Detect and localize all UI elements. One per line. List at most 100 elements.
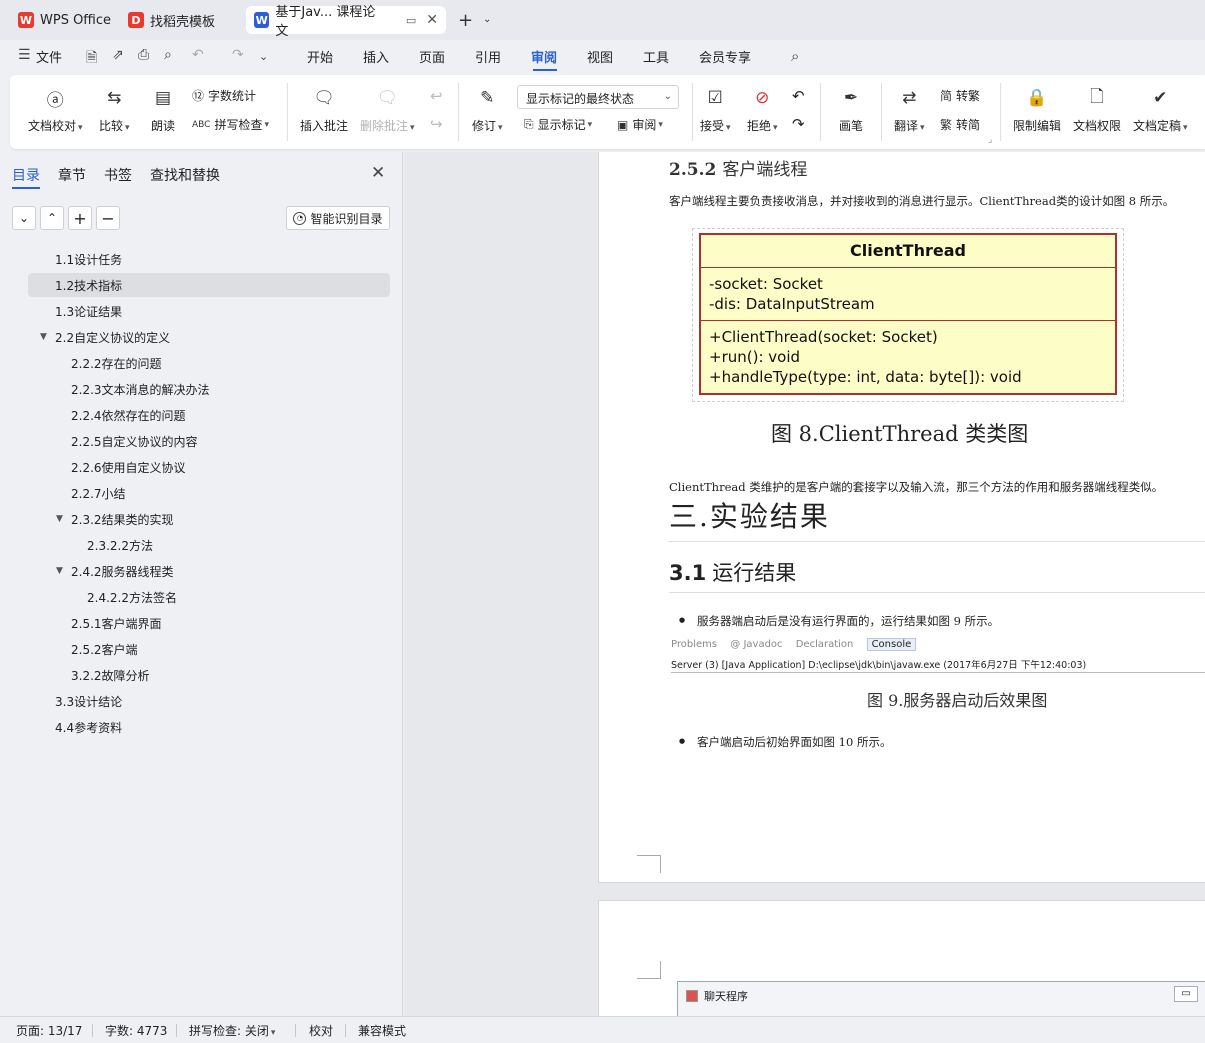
accept-button[interactable]: ☑ 接受 ▾: [700, 85, 731, 134]
expand-arrow-icon[interactable]: ▼: [40, 332, 47, 342]
menu-home[interactable]: 开始: [307, 47, 333, 66]
toc-item[interactable]: ▼ 2.2自定义协议的定义: [28, 325, 390, 349]
expand-dialog-icon[interactable]: ⌟: [988, 135, 992, 145]
toc-item[interactable]: 2.5.1客户端界面: [28, 611, 390, 635]
print-icon[interactable]: ⎙: [138, 47, 149, 63]
tab-float-icon[interactable]: ▭: [406, 14, 416, 27]
toc-item[interactable]: 2.2.4依然存在的问题: [28, 403, 390, 427]
reject-button[interactable]: ⊘ 拒绝 ▾: [747, 85, 778, 134]
expand-all-button[interactable]: ⌄: [12, 206, 36, 230]
markup-state-value: 显示标记的最终状态: [526, 92, 635, 106]
ribbon-separator: [458, 83, 459, 141]
bullet-text: 服务器端启动后是没有运行界面的，运行结果如图 9 所示。: [697, 614, 1000, 628]
toc-item[interactable]: 2.2.7小结: [28, 481, 390, 505]
console-tab: Console: [866, 638, 917, 651]
toc-item[interactable]: 2.4.2.2方法签名: [28, 585, 390, 609]
traditional-icon: 简: [940, 89, 953, 103]
word-count-button[interactable]: ⑫ 字数统计: [192, 87, 256, 104]
next-change-icon[interactable]: ↷: [792, 115, 805, 133]
new-tab-icon[interactable]: +: [458, 10, 473, 31]
expand-arrow-icon[interactable]: ▼: [56, 566, 63, 576]
menu-insert[interactable]: 插入: [363, 47, 389, 66]
tab-toc[interactable]: 目录: [12, 165, 40, 185]
next-comment-icon[interactable]: ↪: [430, 115, 443, 133]
toc-item[interactable]: ▼ 2.4.2服务器线程类: [28, 559, 390, 583]
toc-item[interactable]: 2.2.6使用自定义协议: [28, 455, 390, 479]
toc-item[interactable]: 3.3设计结论: [28, 689, 390, 713]
chevron-down-icon[interactable]: ⌄: [483, 14, 491, 25]
save-icon[interactable]: 🗎: [86, 47, 97, 71]
menu-review[interactable]: 审阅: [531, 47, 557, 66]
show-markup-button[interactable]: ⎘ 显示标记 ▾: [524, 116, 592, 133]
proofread-button[interactable]: ⓐ 文档校对 ▾: [28, 85, 83, 134]
menu-member[interactable]: 会员专享: [699, 47, 751, 66]
pen-button[interactable]: ✒ 画笔: [838, 85, 864, 134]
wps-logo-icon: W: [18, 12, 34, 28]
markup-state-select[interactable]: 显示标记的最终状态 ⌄: [517, 85, 679, 109]
toc-item[interactable]: 1.2技术指标: [28, 273, 390, 297]
tab-chapters[interactable]: 章节: [58, 165, 86, 185]
delete-comment-button[interactable]: 🗨 删除批注 ▾: [360, 85, 415, 134]
toc-item[interactable]: 2.2.3文本消息的解决办法: [28, 377, 390, 401]
toc-item[interactable]: 1.3论证结果: [28, 299, 390, 323]
tab-find-replace[interactable]: 查找和替换: [150, 165, 220, 185]
previous-comment-icon[interactable]: ↩: [430, 87, 443, 105]
revise-icon: ✎: [480, 88, 495, 108]
document-page[interactable]: 聊天程序 ▭: [598, 900, 1205, 1016]
to-simplified-label: 转简: [956, 118, 981, 132]
toc-item[interactable]: 2.2.5自定义协议的内容: [28, 429, 390, 453]
print-preview-icon[interactable]: ⌕: [164, 47, 172, 63]
proof-indicator[interactable]: 校对: [309, 1022, 333, 1039]
share-icon[interactable]: ⇗: [112, 47, 124, 63]
review-pane-button[interactable]: ▣ 审阅 ▾: [617, 116, 663, 133]
restrict-edit-button[interactable]: 🔒 限制编辑: [1013, 85, 1061, 134]
document-canvas[interactable]: 2.5.2 客户端线程 客户端线程主要负责接收消息，并对接收到的消息进行显示。Cl…: [404, 152, 1205, 1016]
promote-heading-button[interactable]: +: [68, 206, 92, 230]
toc-item[interactable]: 2.5.2客户端: [28, 637, 390, 661]
tab-bookmarks[interactable]: 书签: [104, 165, 132, 185]
close-icon[interactable]: ✕: [371, 163, 385, 183]
toc-item[interactable]: ▼ 2.3.2结果类的实现: [28, 507, 390, 531]
hamburger-icon[interactable]: ☰: [18, 47, 31, 63]
document-page[interactable]: 2.5.2 客户端线程 客户端线程主要负责接收消息，并对接收到的消息进行显示。Cl…: [598, 152, 1205, 883]
doc-finalize-button[interactable]: ✔ 文档定稿 ▾: [1133, 85, 1188, 134]
demote-heading-button[interactable]: −: [96, 206, 120, 230]
chevron-down-icon[interactable]: ⌄: [259, 50, 268, 63]
previous-change-icon[interactable]: ↶: [792, 87, 805, 105]
menu-file[interactable]: 文件: [36, 47, 62, 66]
doc-rights-button[interactable]: 🗋 文档权限: [1073, 85, 1121, 134]
tab-docer-templates[interactable]: D 找稻壳模板: [120, 6, 223, 34]
insert-comment-button[interactable]: 🗨 插入批注: [300, 85, 348, 134]
tab-wps-office[interactable]: W WPS Office: [10, 6, 119, 34]
revise-button[interactable]: ✎ 修订 ▾: [472, 85, 503, 134]
close-icon[interactable]: ✕: [426, 12, 438, 28]
smart-toc-button[interactable]: ◔ 智能识别目录: [286, 206, 390, 230]
spell-check-indicator[interactable]: 拼写检查: 关闭 ▾: [189, 1022, 275, 1039]
menu-references[interactable]: 引用: [475, 47, 501, 66]
toc-item-label: 3.3设计结论: [55, 694, 123, 709]
menu-page[interactable]: 页面: [419, 47, 445, 66]
translate-button[interactable]: ⇄ 翻译 ▾: [894, 85, 925, 134]
expand-arrow-icon[interactable]: ▼: [56, 514, 63, 524]
toc-item[interactable]: 2.3.2.2方法: [28, 533, 390, 557]
menu-view[interactable]: 视图: [587, 47, 613, 66]
menu-tools[interactable]: 工具: [643, 47, 669, 66]
redo-icon[interactable]: ↷: [232, 47, 244, 63]
toc-item[interactable]: 3.2.2故障分析: [28, 663, 390, 687]
compare-button[interactable]: ⇆ 比较 ▾: [99, 85, 130, 134]
toc-item[interactable]: 4.4参考资料: [28, 715, 390, 739]
toc-item[interactable]: 2.2.2存在的问题: [28, 351, 390, 375]
tab-current-document[interactable]: W 基于Jav... 课程论文 ▭ ✕: [246, 5, 446, 39]
collapse-all-button[interactable]: ⌃: [40, 206, 64, 230]
search-icon[interactable]: ⌕: [791, 47, 799, 65]
word-count-indicator[interactable]: 字数: 4773: [105, 1022, 167, 1039]
heading-3-1: 3.1 运行结果: [669, 557, 796, 587]
spell-check-button[interactable]: ABC 拼写检查 ▾: [192, 116, 269, 133]
toc-item[interactable]: 1.1设计任务: [28, 247, 390, 271]
undo-icon[interactable]: ↶: [192, 47, 204, 63]
page-indicator[interactable]: 页面: 13/17: [16, 1022, 82, 1039]
to-simplified-button[interactable]: 繁 转简: [940, 116, 980, 133]
delete-comment-label: 删除批注: [360, 119, 409, 133]
to-traditional-button[interactable]: 简 转繁: [940, 87, 980, 104]
read-aloud-button[interactable]: ▤ 朗读: [150, 85, 176, 134]
